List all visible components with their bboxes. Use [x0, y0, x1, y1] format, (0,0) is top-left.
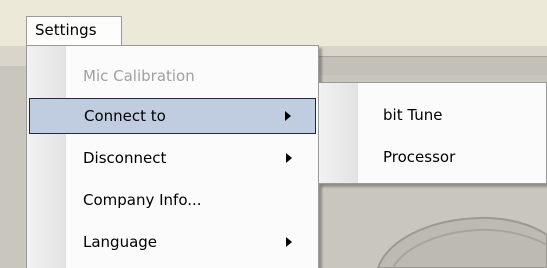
menu-item-label: Connect to [84, 107, 166, 125]
submenu-arrow-icon [286, 237, 292, 247]
menu-item-company-info[interactable]: Company Info... [29, 182, 316, 218]
submenu-item-label: bit Tune [383, 106, 443, 124]
settings-dropdown: Mic Calibration Connect to Disconnect Co… [26, 45, 319, 268]
submenu-item-processor[interactable]: Processor [321, 139, 544, 175]
menu-item-label: Mic Calibration [83, 67, 195, 85]
menu-item-label: Company Info... [83, 191, 202, 209]
menu-item-label: Disconnect [83, 149, 167, 167]
connect-to-submenu: bit Tune Processor [318, 82, 547, 184]
menu-item-language[interactable]: Language [29, 224, 316, 260]
menu-settings[interactable]: Settings [26, 16, 122, 46]
submenu-arrow-icon [286, 153, 292, 163]
menu-item-mic-calibration[interactable]: Mic Calibration [29, 58, 316, 94]
toolbar-strip [318, 56, 547, 75]
submenu-item-label: Processor [383, 148, 456, 166]
menu-item-connect-to[interactable]: Connect to [29, 98, 316, 134]
menu-item-label: Language [83, 233, 158, 251]
background-graphic [376, 216, 547, 268]
submenu-item-bit-tune[interactable]: bit Tune [321, 97, 544, 133]
menu-item-disconnect[interactable]: Disconnect [29, 140, 316, 176]
submenu-arrow-icon [285, 111, 291, 121]
